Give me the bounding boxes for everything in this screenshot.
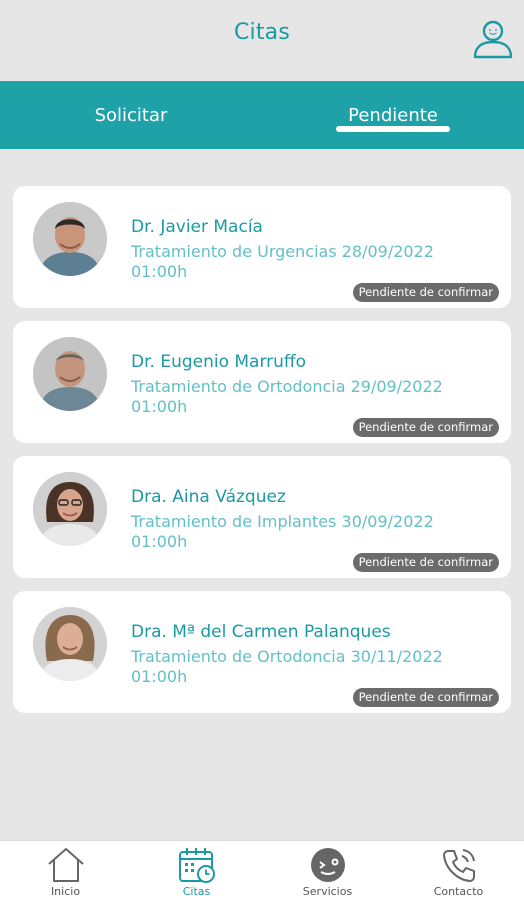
doctor-name: Dr. Eugenio Marruffo	[131, 352, 307, 372]
appointment-card[interactable]: Dra. Aina Vázquez Tratamiento de Implant…	[13, 456, 511, 578]
doctor-avatar	[33, 337, 107, 411]
doctor-name: Dra. Mª del Carmen Palanques	[131, 622, 391, 642]
doctor-avatar	[33, 202, 107, 276]
doctor-name: Dra. Aina Vázquez	[131, 487, 286, 507]
user-profile-icon[interactable]	[472, 18, 514, 60]
status-badge: Pendiente de confirmar	[352, 418, 499, 437]
nav-label: Inicio	[50, 885, 81, 898]
treatment-date: Tratamiento de Implantes 30/09/2022	[131, 512, 434, 531]
nav-label: Citas	[182, 885, 211, 898]
nav-item-servicios[interactable]: Servicios	[262, 841, 393, 900]
calendar-clock-icon	[178, 848, 215, 883]
doctor-avatar	[33, 472, 107, 546]
treatment-date: Tratamiento de Ortodoncia 29/09/2022	[131, 377, 443, 396]
doctor-avatar	[33, 607, 107, 681]
home-icon	[47, 848, 84, 882]
appointment-card[interactable]: Dr. Javier Macía Tratamiento de Urgencia…	[13, 186, 511, 308]
appointment-time: 01:00h	[131, 532, 188, 551]
phone-icon	[442, 849, 475, 882]
nav-label: Servicios	[302, 885, 353, 898]
tab-solicitar[interactable]: Solicitar	[0, 81, 262, 149]
nav-item-citas[interactable]: Citas	[131, 841, 262, 900]
page-title: Citas	[233, 20, 291, 45]
app-header: Citas	[0, 0, 524, 81]
appointment-card[interactable]: Dra. Mª del Carmen Palanques Tratamiento…	[13, 591, 511, 713]
status-badge: Pendiente de confirmar	[352, 688, 499, 707]
nav-label: Contacto	[433, 885, 484, 898]
tab-bar: Solicitar Pendiente	[0, 81, 524, 149]
appointment-time: 01:00h	[131, 262, 188, 281]
status-badge: Pendiente de confirmar	[352, 553, 499, 572]
tab-pendiente[interactable]: Pendiente	[262, 81, 524, 149]
appointment-time: 01:00h	[131, 397, 188, 416]
nav-item-inicio[interactable]: Inicio	[0, 841, 131, 900]
active-tab-indicator	[336, 126, 450, 132]
appointment-card[interactable]: Dr. Eugenio Marruffo Tratamiento de Orto…	[13, 321, 511, 443]
treatment-date: Tratamiento de Ortodoncia 30/11/2022	[131, 647, 443, 666]
treatment-date: Tratamiento de Urgencias 28/09/2022	[131, 242, 434, 261]
nav-item-contacto[interactable]: Contacto	[393, 841, 524, 900]
status-badge: Pendiente de confirmar	[352, 283, 499, 302]
bottom-nav: Inicio Citas Servicios Contacto	[0, 840, 524, 900]
doctor-name: Dr. Javier Macía	[131, 217, 263, 237]
smile-icon	[310, 848, 345, 882]
appointment-time: 01:00h	[131, 667, 188, 686]
